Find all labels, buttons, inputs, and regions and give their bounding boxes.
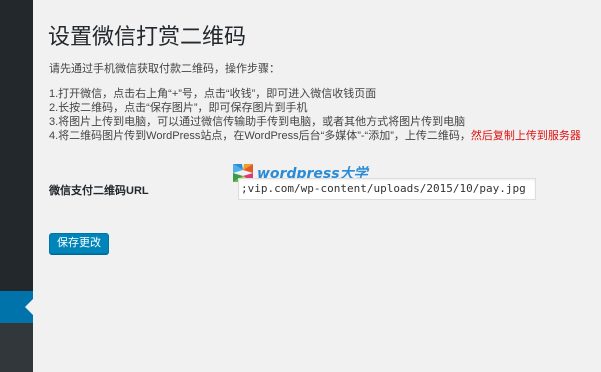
sidebar-submenu-area — [0, 323, 33, 372]
step-4-text: 4.将二维码图片传到WordPress站点，在WordPress后台“多媒体”-… — [49, 130, 471, 142]
admin-sidebar — [0, 0, 33, 372]
page-title: 设置微信打赏二维码 — [48, 24, 247, 49]
step-item: 3.将图片上传到电脑，可以通过微信传输助手传到电脑，或者其他方式将图片传到电脑 — [49, 116, 466, 128]
qr-url-label: 微信支付二维码URL — [49, 185, 149, 197]
step-4-warning: 然后复制上传到服务器 — [470, 130, 581, 142]
steps-list: 1.打开微信，点击右上角“+”号，点击“收钱”，即可进入微信收钱页面 2.长按二… — [49, 87, 581, 143]
step-item: 1.打开微信，点击右上角“+”号，点击“收钱”，即可进入微信收钱页面 — [49, 88, 377, 100]
qr-url-input[interactable]: ;vip.com/wp-content/uploads/2015/10/pay.… — [238, 178, 536, 200]
sidebar-current-arrow-icon — [25, 299, 33, 315]
step-item: 4.将二维码图片传到WordPress站点，在WordPress后台“多媒体”-… — [49, 129, 581, 143]
settings-content: 设置微信打赏二维码 请先通过手机微信获取付款二维码，操作步骤： 1.打开微信，点… — [33, 0, 601, 372]
save-changes-button[interactable]: 保存更改 — [49, 233, 109, 254]
intro-text: 请先通过手机微信获取付款二维码，操作步骤： — [49, 63, 280, 75]
sidebar-active-menu-item[interactable] — [0, 291, 33, 323]
step-item: 2.长按二维码，点击“保存图片”，即可保存图片到手机 — [49, 102, 308, 114]
